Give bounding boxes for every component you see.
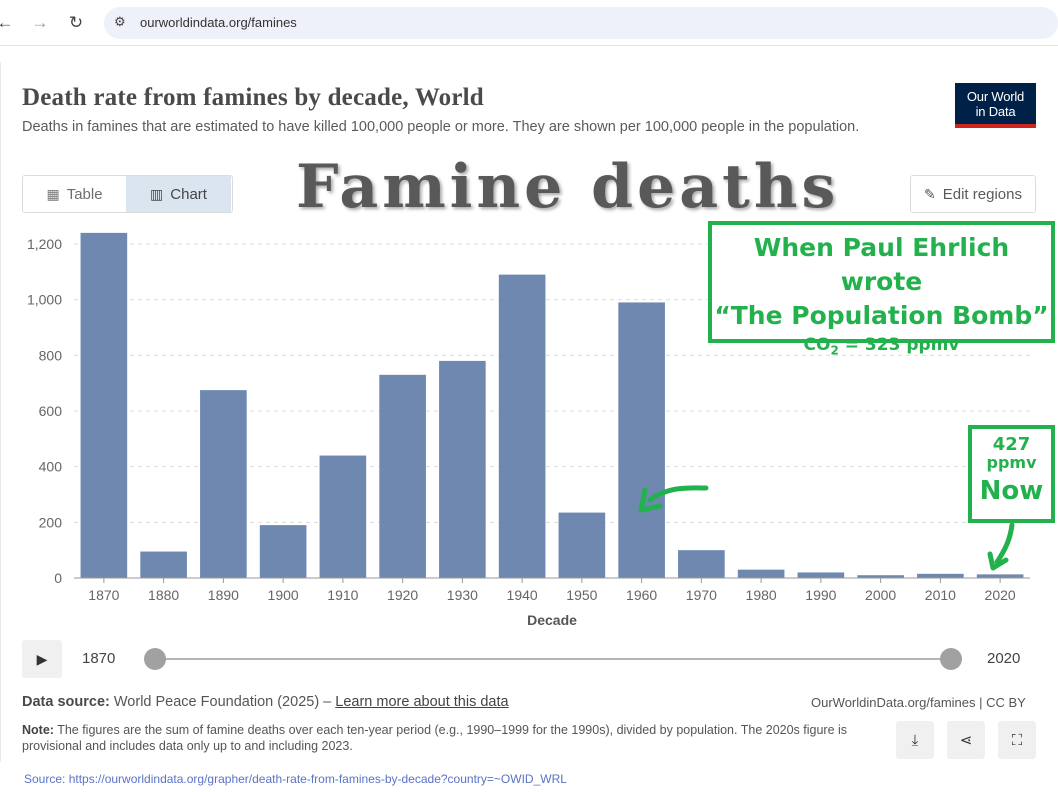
ehrlich-annotation: When Paul Ehrlich wrote “The Population … <box>708 221 1055 357</box>
x-tick-label: 1890 <box>208 587 239 603</box>
ehrlich-line1: When Paul Ehrlich wrote <box>753 233 1010 296</box>
arrow-left-icon[interactable]: ← <box>0 10 18 36</box>
x-tick-label: 1980 <box>746 587 777 603</box>
table-icon: ▦ <box>46 185 60 202</box>
y-tick-label: 0 <box>54 570 62 586</box>
ehrlich-line2: “The Population Bomb” <box>714 301 1049 330</box>
source-text: World Peace Foundation (2025) – <box>109 694 336 710</box>
chart-subtitle: Deaths in famines that are estimated to … <box>22 119 860 135</box>
ehrlich-co2: CO2 = 323 ppmv <box>712 333 1051 362</box>
bar-1940[interactable] <box>498 274 546 578</box>
arrow-right-icon[interactable]: → <box>27 10 53 36</box>
annotation-arrow-2020 <box>994 522 1015 565</box>
timeline-track[interactable] <box>156 658 951 660</box>
y-tick-label: 400 <box>39 459 63 475</box>
x-tick-label: 1920 <box>387 587 418 603</box>
reload-icon[interactable]: ↻ <box>63 10 89 36</box>
note-label: Note: <box>22 723 54 737</box>
bar-1990[interactable] <box>797 572 845 578</box>
y-tick-label: 1,000 <box>27 292 62 308</box>
fullscreen-button[interactable]: ⛶ <box>998 721 1036 759</box>
x-tick-label: 1870 <box>88 587 119 603</box>
co2-subscript: 2 <box>830 343 839 358</box>
now-unit: ppmv <box>986 453 1037 472</box>
bar-2020[interactable] <box>976 574 1024 578</box>
tab-table-label: Table <box>66 185 103 203</box>
bar-1890[interactable] <box>200 390 247 578</box>
co2-text: CO <box>803 335 831 355</box>
y-tick-label: 600 <box>39 403 63 419</box>
x-tick-label: 1940 <box>507 587 538 603</box>
site-settings-icon[interactable]: ⚙ <box>114 14 126 30</box>
tab-table[interactable]: ▦ Table <box>23 176 126 212</box>
learn-more-link[interactable]: Learn more about this data <box>335 694 508 710</box>
bar-chart-icon: ▥ <box>150 185 164 202</box>
now-value: 427 <box>992 434 1031 455</box>
data-source: Data source: World Peace Foundation (202… <box>22 694 509 710</box>
x-tick-label: 2020 <box>985 587 1016 603</box>
x-tick-label: 1970 <box>686 587 717 603</box>
x-tick-label: 2010 <box>925 587 956 603</box>
x-tick-label: 1880 <box>148 587 179 603</box>
timeline-start: 1870 <box>82 650 116 667</box>
download-button[interactable]: ⤓ <box>896 721 934 759</box>
logo-line1: Our World <box>966 89 1025 104</box>
chart-title: Death rate from famines by decade, World <box>22 84 484 111</box>
play-icon: ▶ <box>36 650 48 667</box>
source-label: Data source: <box>22 694 110 710</box>
tab-chart-label: Chart <box>170 185 207 203</box>
overlay-title: Famine deaths <box>296 152 840 222</box>
y-tick-label: 200 <box>39 514 63 530</box>
view-tabs: ▦ Table ▥ Chart <box>22 175 233 213</box>
bar-1980[interactable] <box>737 569 785 578</box>
tab-chart[interactable]: ▥ Chart <box>126 176 231 212</box>
x-tick-label: 1910 <box>327 587 358 603</box>
x-axis-title: Decade <box>527 612 577 628</box>
edit-regions-label: Edit regions <box>942 185 1022 203</box>
x-tick-label: 1960 <box>626 587 657 603</box>
bar-1920[interactable] <box>379 374 426 578</box>
timeline-end-handle[interactable] <box>940 648 962 670</box>
share-icon: ⋖ <box>959 732 973 749</box>
bar-1900[interactable] <box>259 525 307 578</box>
now-label: Now <box>979 476 1044 506</box>
edit-regions-button[interactable]: ✎ Edit regions <box>910 175 1036 213</box>
url-text: ourworldindata.org/famines <box>140 15 297 30</box>
address-bar[interactable]: ⚙ ourworldindata.org/famines <box>104 7 1058 39</box>
note-text: The figures are the sum of famine deaths… <box>22 723 848 753</box>
bar-1930[interactable] <box>439 360 486 578</box>
bar-1910[interactable] <box>319 455 367 578</box>
x-tick-label: 2000 <box>865 587 896 603</box>
fullscreen-icon: ⛶ <box>1011 731 1023 749</box>
bar-1880[interactable] <box>140 551 187 578</box>
x-tick-label: 1900 <box>268 587 299 603</box>
share-button[interactable]: ⋖ <box>947 721 985 759</box>
pencil-icon: ✎ <box>924 185 936 202</box>
download-icon: ⤓ <box>911 731 919 749</box>
x-tick-label: 1950 <box>566 587 597 603</box>
browser-toolbar: ← → ↻ ⚙ ourworldindata.org/famines <box>0 0 1058 46</box>
timeline-end: 2020 <box>987 650 1021 667</box>
x-axis-ticks: 1870 1880 1890 1900 1910 1920 1930 1940 1950 1960… <box>88 578 1016 603</box>
logo-line2: in Data <box>975 104 1016 119</box>
y-tick-label: 800 <box>39 347 63 363</box>
play-button[interactable]: ▶ <box>22 640 62 678</box>
bar-2010[interactable] <box>917 573 964 578</box>
bar-1960[interactable] <box>618 302 665 578</box>
bar-1870[interactable] <box>80 232 128 578</box>
x-tick-label: 1990 <box>805 587 836 603</box>
co2-value: = 323 ppmv <box>838 335 960 355</box>
bar-1970[interactable] <box>678 550 725 578</box>
y-axis-ticks: 0 200 400 600 800 1,000 1,200 <box>27 236 62 586</box>
y-tick-label: 1,200 <box>27 236 62 252</box>
chart-note: Note: The figures are the sum of famine … <box>22 722 882 754</box>
owid-credit[interactable]: OurWorldinData.org/famines | CC BY <box>811 695 1026 710</box>
bar-1950[interactable] <box>558 512 606 578</box>
now-annotation: 427 ppmv Now <box>968 425 1055 523</box>
timeline-start-handle[interactable] <box>144 648 166 670</box>
x-tick-label: 1930 <box>447 587 478 603</box>
owid-logo[interactable]: Our World in Data <box>955 83 1036 128</box>
bottom-source-url: Source: https://ourworldindata.org/graph… <box>24 772 567 786</box>
